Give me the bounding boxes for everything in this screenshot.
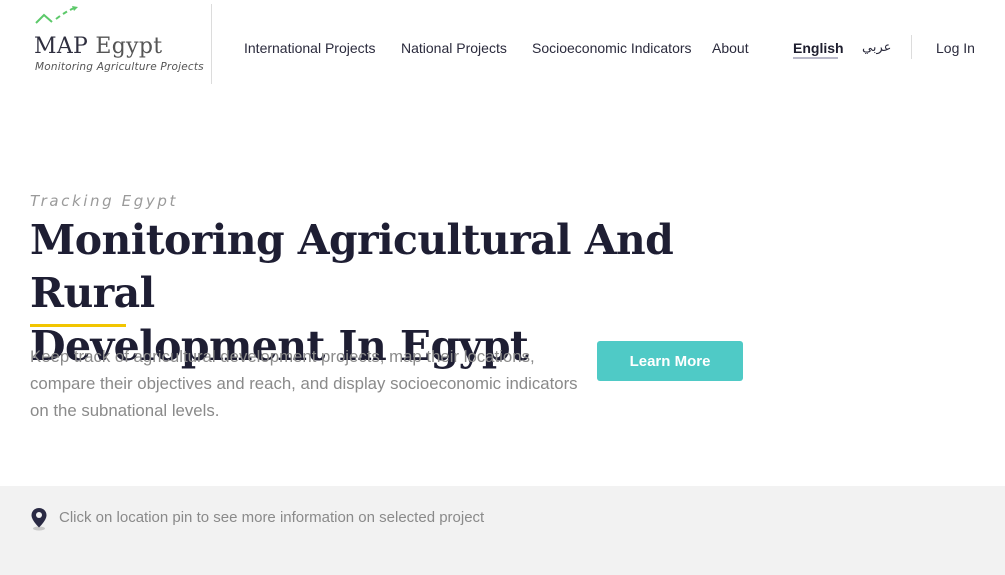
header-divider <box>211 4 212 84</box>
language-english[interactable]: English <box>793 40 844 56</box>
logo-title: MAP Egypt <box>34 34 162 59</box>
login-link[interactable]: Log In <box>936 40 975 56</box>
map-hint-band <box>0 486 1005 575</box>
language-arabic[interactable]: عربي <box>862 40 891 55</box>
nav-national-projects[interactable]: National Projects <box>401 40 507 56</box>
site-header: MAP Egypt Monitoring Agriculture Project… <box>0 0 1005 90</box>
logo-title-light: Egypt <box>95 34 163 59</box>
location-pin-icon <box>31 508 47 531</box>
logo-title-strong: MAP <box>34 34 89 59</box>
nav-socioeconomic-indicators[interactable]: Socioeconomic Indicators <box>532 40 692 56</box>
map-hint-text: Click on location pin to see more inform… <box>59 509 485 526</box>
logo-subtitle: Monitoring Agriculture Projects <box>35 61 204 73</box>
nav-international-projects[interactable]: International Projects <box>244 40 376 56</box>
nav-about[interactable]: About <box>712 40 749 56</box>
login-divider <box>911 35 912 59</box>
growth-arrow-icon <box>35 6 78 24</box>
logo[interactable]: MAP Egypt Monitoring Agriculture Project… <box>34 6 204 78</box>
headline-accent-bar <box>30 324 126 327</box>
active-language-underline <box>793 57 838 59</box>
hero-headline-line1: Monitoring Agricultural And Rural <box>30 216 674 317</box>
learn-more-button[interactable]: Learn More <box>597 341 743 381</box>
hero-description: Keep track of agricultural development p… <box>30 347 578 420</box>
hero-kicker: Tracking Egypt <box>30 192 178 210</box>
